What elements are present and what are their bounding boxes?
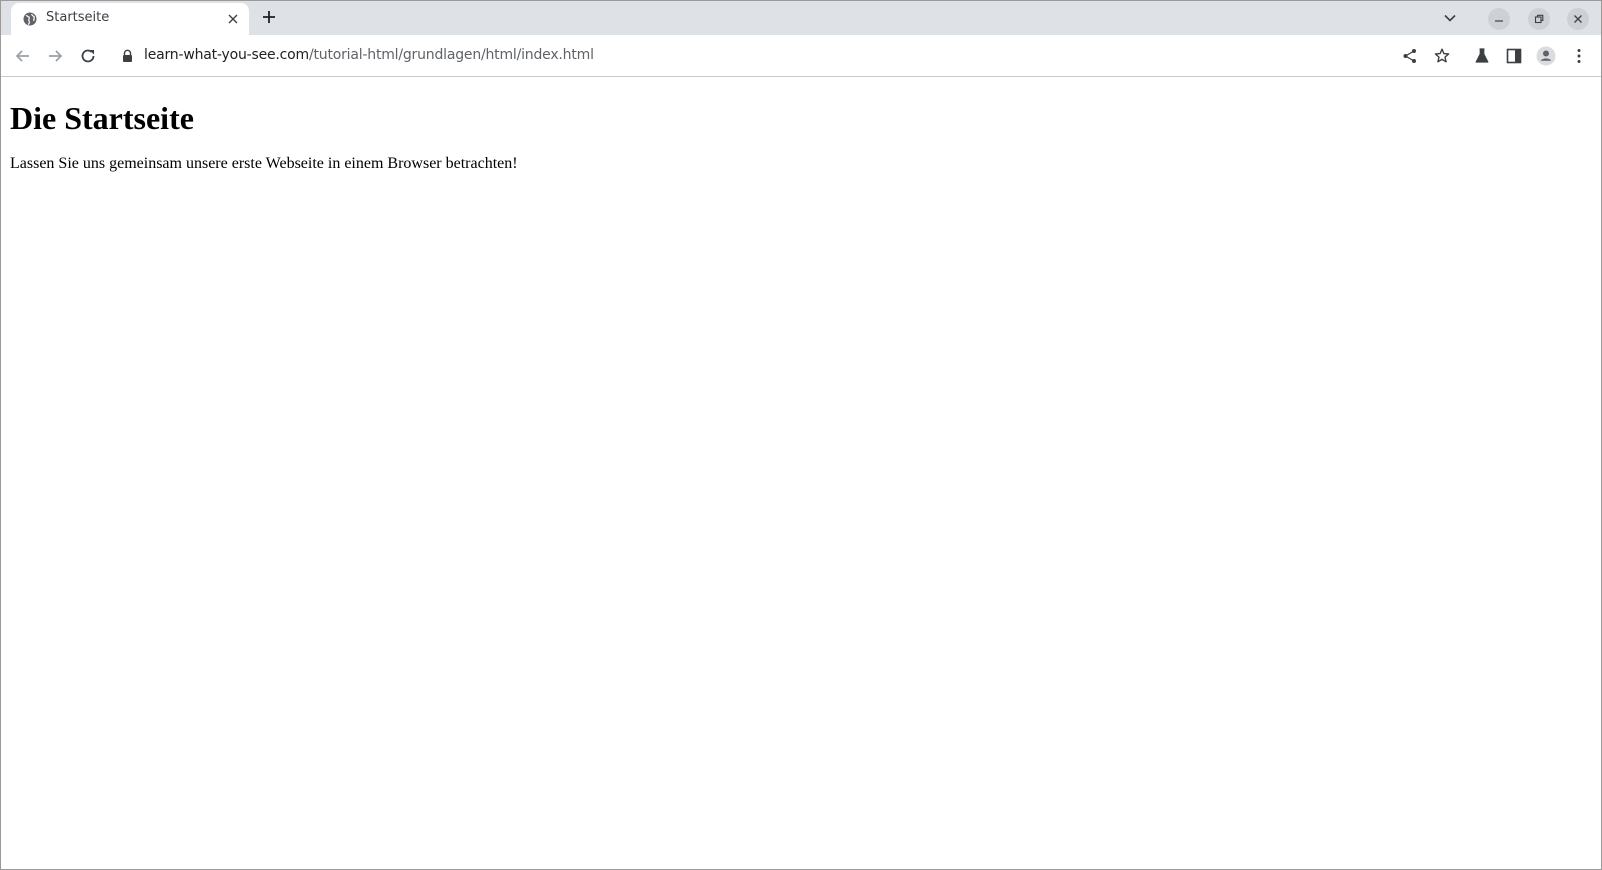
share-icon[interactable]	[1401, 47, 1419, 65]
side-panel-icon[interactable]	[1505, 47, 1523, 65]
profile-icon[interactable]	[1536, 46, 1556, 66]
url-host: learn-what-you-see.com	[144, 47, 309, 63]
url-path: /tutorial-html/grundlagen/html/index.htm…	[308, 47, 594, 63]
flask-icon[interactable]	[1473, 47, 1491, 65]
arrow-right-icon[interactable]	[46, 47, 64, 65]
globe-icon	[23, 12, 37, 26]
restore-button[interactable]	[1528, 8, 1550, 30]
close-icon[interactable]	[225, 11, 241, 27]
tab-strip: Startseite	[1, 1, 1601, 35]
reload-icon[interactable]	[79, 47, 97, 65]
close-icon	[1574, 15, 1582, 23]
url-text[interactable]: learn-what-you-see.com/tutorial-html/gru…	[144, 47, 594, 63]
page-viewport: Die Startseite Lassen Sie uns gemeinsam …	[1, 77, 1601, 869]
close-window-button[interactable]	[1567, 8, 1589, 30]
arrow-left-icon[interactable]	[14, 47, 32, 65]
kebab-menu-icon[interactable]	[1570, 47, 1588, 65]
browser-window: Startseite learn-what-you-see.com/tutori…	[0, 0, 1602, 870]
plus-icon[interactable]	[261, 9, 277, 25]
lock-icon[interactable]	[121, 49, 134, 63]
star-icon[interactable]	[1433, 47, 1451, 65]
tab-startseite[interactable]: Startseite	[11, 3, 249, 35]
page-paragraph: Lassen Sie uns gemeinsam unsere erste We…	[10, 155, 518, 172]
toolbar: learn-what-you-see.com/tutorial-html/gru…	[1, 35, 1601, 77]
chevron-down-icon[interactable]	[1443, 11, 1457, 25]
tab-title: Startseite	[46, 10, 110, 25]
address-bar[interactable]: learn-what-you-see.com/tutorial-html/gru…	[111, 40, 1381, 72]
minimize-icon	[1495, 20, 1503, 22]
page-heading: Die Startseite	[10, 100, 194, 136]
restore-icon	[1534, 14, 1544, 24]
minimize-button[interactable]	[1488, 8, 1510, 30]
